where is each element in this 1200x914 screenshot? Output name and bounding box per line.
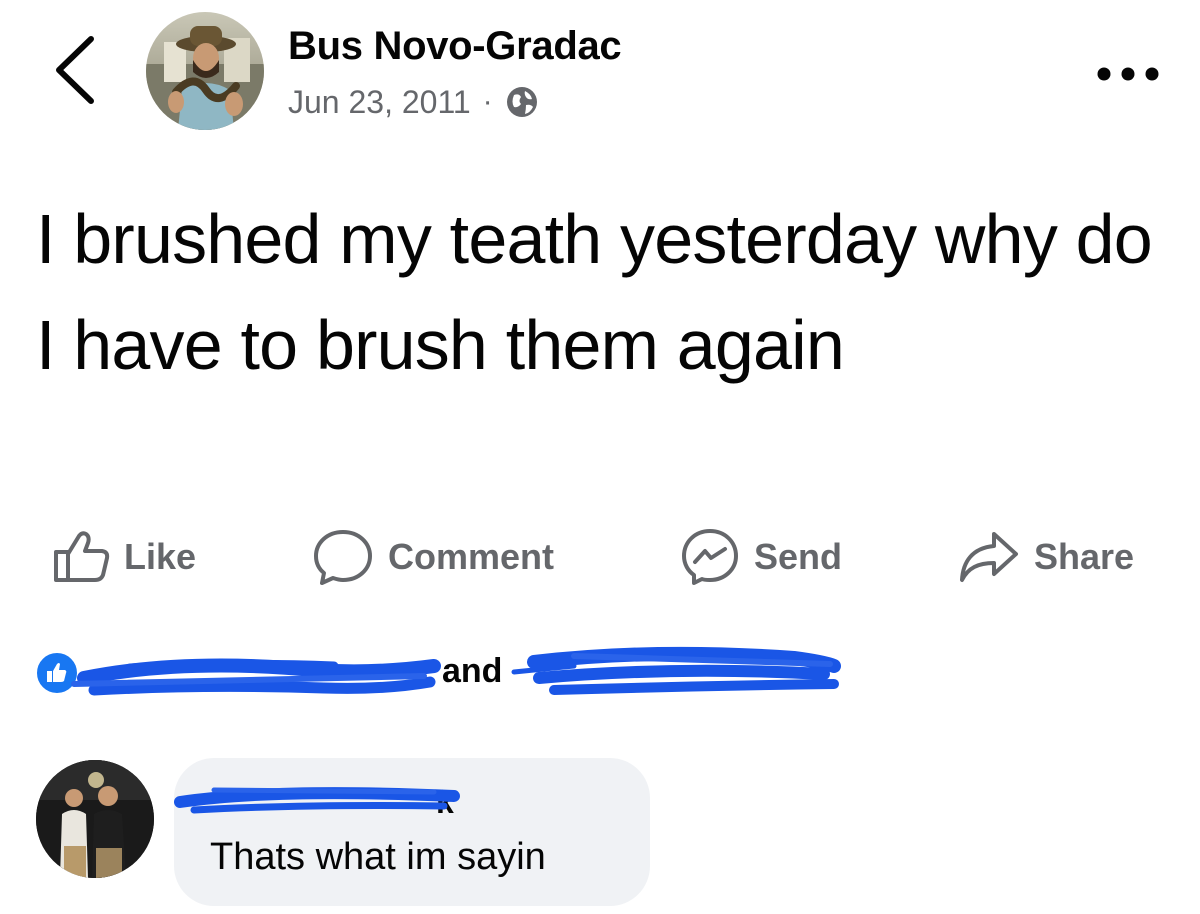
more-options-button[interactable] <box>1090 50 1166 98</box>
post-text: I brushed my teath yesterday why do I ha… <box>36 200 1153 384</box>
comment-button[interactable]: Comment <box>312 524 554 590</box>
share-icon <box>960 532 1018 582</box>
like-label: Like <box>124 536 197 577</box>
redaction-scribble <box>71 646 841 696</box>
comment-icon <box>314 530 372 585</box>
share-label: Share <box>1034 536 1135 577</box>
reactions-summary[interactable]: and <box>34 644 854 706</box>
post-actions: Like Comment Send Share <box>0 524 1200 590</box>
commenter-avatar[interactable] <box>36 760 154 878</box>
comment-text: Thats what im sayin <box>210 836 546 878</box>
chevron-left-icon <box>56 36 94 104</box>
author-avatar[interactable] <box>146 12 264 130</box>
send-button[interactable]: Send <box>680 524 842 590</box>
redaction-scribble-comment-author <box>174 787 460 814</box>
author-photo <box>146 12 264 130</box>
comment-bubble[interactable]: k Thats what im sayin <box>174 758 650 906</box>
commenter-photo <box>36 760 154 878</box>
back-button[interactable] <box>40 30 110 110</box>
globe-icon <box>506 87 537 117</box>
comment-label: Comment <box>388 536 555 577</box>
thumbs-up-icon <box>54 531 110 582</box>
like-button[interactable]: Like <box>52 524 196 590</box>
meta-separator: · <box>482 85 493 118</box>
more-horizontal-icon <box>1097 67 1159 81</box>
post-date[interactable]: Jun 23, 2011 <box>288 84 471 121</box>
post-meta: Jun 23, 2011 · <box>288 80 539 124</box>
send-label: Send <box>754 536 843 577</box>
post-author-name[interactable]: Bus Novo-Gradac <box>288 24 622 69</box>
messenger-icon <box>682 529 738 585</box>
share-button[interactable]: Share <box>958 524 1134 590</box>
